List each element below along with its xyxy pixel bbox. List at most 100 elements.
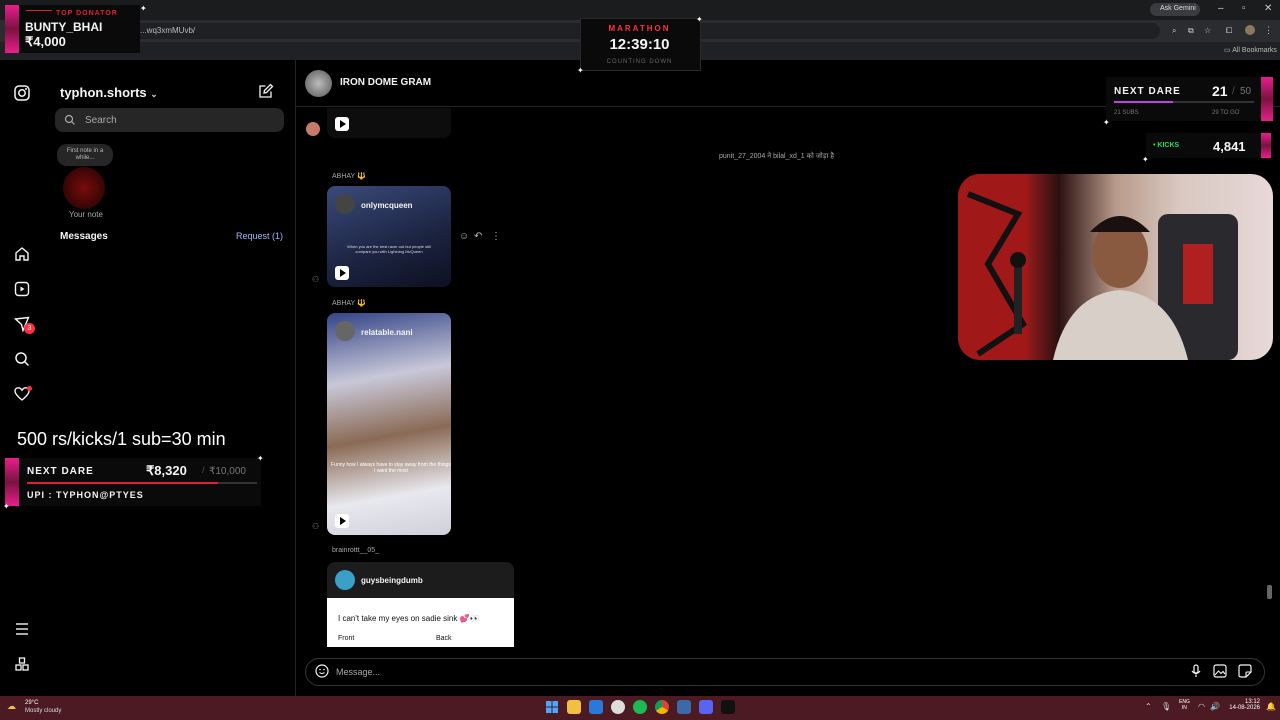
- message-composer[interactable]: [305, 658, 1265, 686]
- sparkle-icon: ✦: [1103, 118, 1110, 127]
- sender-name: brainrottt__05_: [332, 547, 380, 554]
- nav-rail: [0, 60, 45, 696]
- your-note-avatar[interactable]: [63, 167, 105, 209]
- emoji-icon[interactable]: [315, 664, 329, 683]
- subs-to-go-label: 29 TO GO: [1212, 110, 1240, 116]
- discord-icon[interactable]: [699, 700, 713, 714]
- reply-icon[interactable]: ↶: [474, 231, 482, 242]
- reels-icon[interactable]: [12, 279, 32, 299]
- minimize-button[interactable]: –: [1218, 3, 1224, 14]
- zoom-icon[interactable]: ⌕: [1172, 26, 1176, 36]
- scrollbar-thumb[interactable]: [1267, 585, 1272, 599]
- sender-avatar[interactable]: [306, 122, 320, 136]
- sender-avatar-small[interactable]: ⚇: [312, 522, 319, 531]
- marathon-title: MARATHON: [608, 24, 671, 33]
- username-switcher[interactable]: typhon.shorts ⌄: [60, 85, 158, 100]
- top-donator-label: TOP DONATOR: [56, 10, 118, 17]
- chevron-down-icon: ⌄: [150, 89, 158, 99]
- folder-icon: ▭: [1224, 47, 1231, 54]
- activity-dot: [27, 386, 32, 391]
- dare-divider: /: [202, 465, 205, 475]
- chrome-icon[interactable]: [655, 700, 669, 714]
- ask-gemini-label: Ask Gemini: [1160, 5, 1196, 12]
- mic-tray-icon[interactable]: 🎙: [1161, 702, 1171, 711]
- clock[interactable]: 13:12 14-08-2026: [1224, 699, 1260, 711]
- system-message: punit_27_2004 ने bilal_xd_1 को जोड़ा है: [719, 153, 834, 160]
- next-dare-label: NEXT DARE: [1114, 86, 1181, 97]
- home-icon[interactable]: [12, 244, 32, 264]
- profile-avatar[interactable]: [1245, 25, 1255, 35]
- reel-card[interactable]: [327, 313, 451, 535]
- panel-stripe: [1261, 133, 1271, 158]
- language-bottom: IN: [1181, 705, 1187, 711]
- notifications-icon[interactable]: 🔔: [1266, 702, 1276, 711]
- instagram-logo-icon[interactable]: [12, 83, 32, 103]
- panel-stripe: [5, 5, 19, 53]
- app-icon[interactable]: [677, 700, 691, 714]
- steam-icon[interactable]: [589, 700, 603, 714]
- all-bookmarks-folder[interactable]: ▭ All Bookmarks: [1224, 46, 1277, 54]
- sender-avatar-small[interactable]: ⚇: [312, 275, 319, 284]
- top-donator-amount: ₹4,000: [25, 34, 66, 49]
- weather-icon[interactable]: ☁: [7, 701, 16, 712]
- search-field-icon: [64, 113, 76, 131]
- marathon-time: 12:39:10: [609, 36, 670, 53]
- webcam-feed: [958, 174, 1273, 360]
- sparkle-icon: ✦: [3, 502, 10, 511]
- kicks-label-text: KICKS: [1157, 142, 1180, 149]
- volume-icon[interactable]: 🔊: [1210, 702, 1220, 711]
- react-emoji-icon[interactable]: ☺: [459, 231, 469, 242]
- upi-id: UPI : TYPHON@PTYES: [27, 490, 144, 500]
- panel-rule: [26, 10, 52, 11]
- hamburger-menu-icon[interactable]: [12, 619, 32, 639]
- reel-account-name: relatable.nani: [361, 328, 413, 337]
- search-placeholder: Search: [85, 115, 117, 126]
- start-windows-icon[interactable]: [545, 700, 559, 714]
- sender-name: ABHAY 🔱: [332, 173, 366, 180]
- subs-progress-fill: [1114, 101, 1173, 103]
- image-upload-icon[interactable]: [1213, 664, 1227, 683]
- tab-bar: [0, 0, 1280, 20]
- kicks-value: 4,841: [1213, 139, 1246, 154]
- terminal-icon[interactable]: [721, 700, 735, 714]
- obs-icon[interactable]: [611, 700, 625, 714]
- reel-account-avatar: [335, 321, 355, 341]
- file-explorer-icon[interactable]: [567, 700, 581, 714]
- microphone-icon[interactable]: [1190, 664, 1202, 683]
- bookmark-star-icon[interactable]: ☆: [1204, 26, 1211, 35]
- next-dare-goal: ₹10,000: [209, 466, 246, 477]
- message-input[interactable]: Message...: [336, 667, 380, 677]
- close-window-button[interactable]: ✕: [1264, 3, 1272, 14]
- spotify-icon[interactable]: [633, 700, 647, 714]
- more-options-icon[interactable]: ⋮: [491, 231, 501, 242]
- sticker-icon[interactable]: [1238, 664, 1252, 683]
- username-label: typhon.shorts: [60, 85, 147, 100]
- chat-title[interactable]: IRON DOME GRAM: [340, 77, 431, 88]
- kicks-label: • KICKS: [1153, 142, 1180, 149]
- url-text: ...wq3xmMUvb/: [140, 26, 196, 35]
- tray-overflow-icon[interactable]: ⌃: [1145, 702, 1152, 711]
- sparkle-icon: ✦: [140, 4, 147, 13]
- reel-caption: Funny how I always have to stay away fro…: [331, 462, 451, 474]
- language-indicator[interactable]: ENG IN: [1179, 699, 1190, 711]
- subs-current: 21: [1212, 83, 1228, 99]
- reel-account-name: onlymcqueen: [361, 201, 413, 210]
- maximize-button[interactable]: ▫: [1242, 3, 1246, 14]
- requests-link[interactable]: Request (1): [236, 231, 283, 241]
- play-icon: [335, 117, 349, 131]
- dare-progress-fill: [27, 482, 218, 484]
- extensions-icon[interactable]: ⧠: [1226, 26, 1232, 36]
- new-message-icon[interactable]: [258, 83, 274, 104]
- sparkle-icon: ✦: [257, 454, 264, 463]
- group-avatar[interactable]: [305, 70, 332, 97]
- reel-account-avatar: [335, 194, 355, 214]
- weather-temp: 29°C: [25, 700, 39, 706]
- wifi-icon[interactable]: ◠: [1198, 702, 1205, 711]
- apps-grid-icon[interactable]: [12, 654, 32, 674]
- search-icon[interactable]: [12, 349, 32, 369]
- menu-kebab-icon[interactable]: ⋮: [1264, 25, 1273, 36]
- reel-caption: When you are the best racer out but peop…: [347, 244, 431, 254]
- install-icon[interactable]: ⧉: [1188, 26, 1194, 36]
- weather-desc: Mostly cloudy: [25, 708, 62, 714]
- sparkle-icon: ✦: [696, 15, 703, 24]
